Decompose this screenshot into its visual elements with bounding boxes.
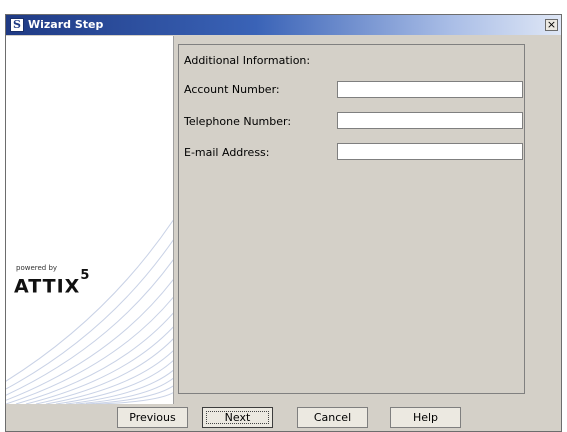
email-address-field[interactable] — [337, 143, 523, 160]
title-bar[interactable]: S Wizard Step × — [6, 15, 561, 35]
window-title: Wizard Step — [28, 18, 104, 31]
app-icon: S — [10, 18, 24, 32]
powered-by-label: powered by — [16, 264, 58, 272]
email-address-label: E-mail Address: — [184, 146, 270, 159]
branding-panel: powered by ATTIX5 — [6, 36, 174, 404]
swirl-graphic — [6, 219, 173, 404]
section-title: Additional Information: — [184, 54, 311, 67]
account-number-label: Account Number: — [184, 83, 280, 96]
focus-ring — [206, 411, 269, 424]
close-icon[interactable]: × — [545, 19, 558, 31]
brand-version: 5 — [80, 268, 91, 283]
help-button[interactable]: Help — [390, 407, 461, 428]
next-button[interactable]: Next — [202, 407, 273, 428]
wizard-dialog: S Wizard Step × powered by ATTIX5 Additi… — [5, 14, 562, 432]
cancel-button[interactable]: Cancel — [297, 407, 368, 428]
account-number-field[interactable] — [337, 81, 523, 98]
brand-logo: ATTIX5 — [14, 268, 90, 298]
form-panel: Additional Information: Account Number: … — [178, 44, 525, 394]
button-bar: Previous Next Cancel Help — [6, 403, 561, 432]
brand-name: ATTIX — [14, 275, 81, 298]
previous-button[interactable]: Previous — [117, 407, 188, 428]
telephone-number-field[interactable] — [337, 112, 523, 129]
telephone-number-label: Telephone Number: — [184, 115, 292, 128]
